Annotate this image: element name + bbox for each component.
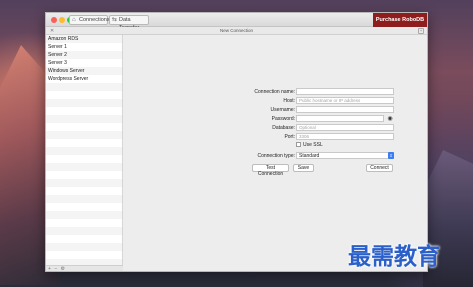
tab-data-transfer[interactable]: ⇆ Data Transfer	[109, 15, 149, 31]
host-field[interactable]: Public hostname or IP address	[296, 97, 394, 104]
connection-type-value: Standard	[299, 153, 320, 159]
port-field[interactable]: 3306	[296, 133, 394, 140]
connect-button[interactable]: Connect	[366, 164, 393, 172]
port-row: Port: 3306	[123, 133, 427, 141]
gear-icon[interactable]: ⚙	[61, 266, 65, 271]
title-bar: ⌂ Connections ⇆ Data Transfer Purchase R…	[46, 13, 427, 31]
connection-name-field[interactable]	[296, 88, 394, 95]
test-connection-button[interactable]: Test Connection	[252, 164, 289, 177]
database-field[interactable]: Optional	[296, 124, 394, 131]
database-label: Database:	[272, 125, 295, 131]
close-window-button[interactable]	[51, 17, 57, 23]
host-label: Host:	[283, 98, 295, 104]
port-label: Port:	[284, 134, 295, 140]
username-label: Username:	[270, 107, 295, 113]
password-row: Password: ◉	[123, 115, 427, 123]
home-icon: ⌂	[72, 17, 76, 23]
host-row: Host: Public hostname or IP address	[123, 97, 427, 105]
purchase-button[interactable]: Purchase RoboDB	[373, 13, 427, 27]
minimize-window-button[interactable]	[59, 17, 65, 23]
connection-form: Connection name: Host: Public hostname o…	[123, 35, 427, 271]
sidebar-item-windows-server[interactable]: Windows Server	[46, 67, 122, 75]
connection-type-label: Connection type:	[257, 153, 295, 159]
server-list-sidebar: Amazon RDS Server 1 Server 2 Server 3 Wi…	[46, 35, 123, 271]
sidebar-item-server-1[interactable]: Server 1	[46, 43, 122, 51]
tab-label: Connections	[79, 17, 110, 23]
connection-type-row: Connection type: Standard ⇕	[123, 152, 427, 160]
use-ssl-label: Use SSL	[303, 142, 323, 148]
ssl-row: Use SSL	[123, 141, 427, 149]
save-button[interactable]: Save	[293, 164, 314, 172]
sidebar-item-wordpress-server[interactable]: Wordpress Server	[46, 75, 122, 83]
sub-header: ✕ New Connection +	[46, 27, 427, 35]
connection-name-label: Connection name:	[254, 89, 295, 95]
username-field[interactable]	[296, 106, 394, 113]
button-row: Test Connection Save Connect	[123, 164, 427, 177]
page-title: New Connection	[219, 28, 254, 33]
remove-icon[interactable]: −	[54, 266, 57, 271]
sidebar-item-amazon-rds[interactable]: Amazon RDS	[46, 35, 122, 43]
use-ssl-checkbox[interactable]	[296, 142, 301, 147]
connection-type-select[interactable]: Standard ⇕	[296, 152, 394, 159]
expand-icon[interactable]: +	[418, 28, 424, 34]
username-row: Username:	[123, 106, 427, 114]
watermark-logo: 最需教育	[348, 243, 440, 270]
sidebar-item-server-3[interactable]: Server 3	[46, 59, 122, 67]
database-row: Database: Optional	[123, 124, 427, 132]
transfer-icon: ⇆	[112, 17, 118, 23]
connection-name-row: Connection name:	[123, 88, 427, 96]
eye-icon[interactable]: ◉	[386, 116, 394, 122]
password-field[interactable]	[296, 115, 384, 122]
chevron-updown-icon: ⇕	[388, 152, 394, 159]
add-icon[interactable]: +	[48, 266, 51, 271]
sidebar-item-server-2[interactable]: Server 2	[46, 51, 122, 59]
tab-connections[interactable]: ⌂ Connections	[69, 15, 110, 25]
password-label: Password:	[271, 116, 295, 122]
app-window: ⌂ Connections ⇆ Data Transfer Purchase R…	[45, 12, 428, 272]
sidebar-footer: + − ⚙	[46, 265, 123, 271]
